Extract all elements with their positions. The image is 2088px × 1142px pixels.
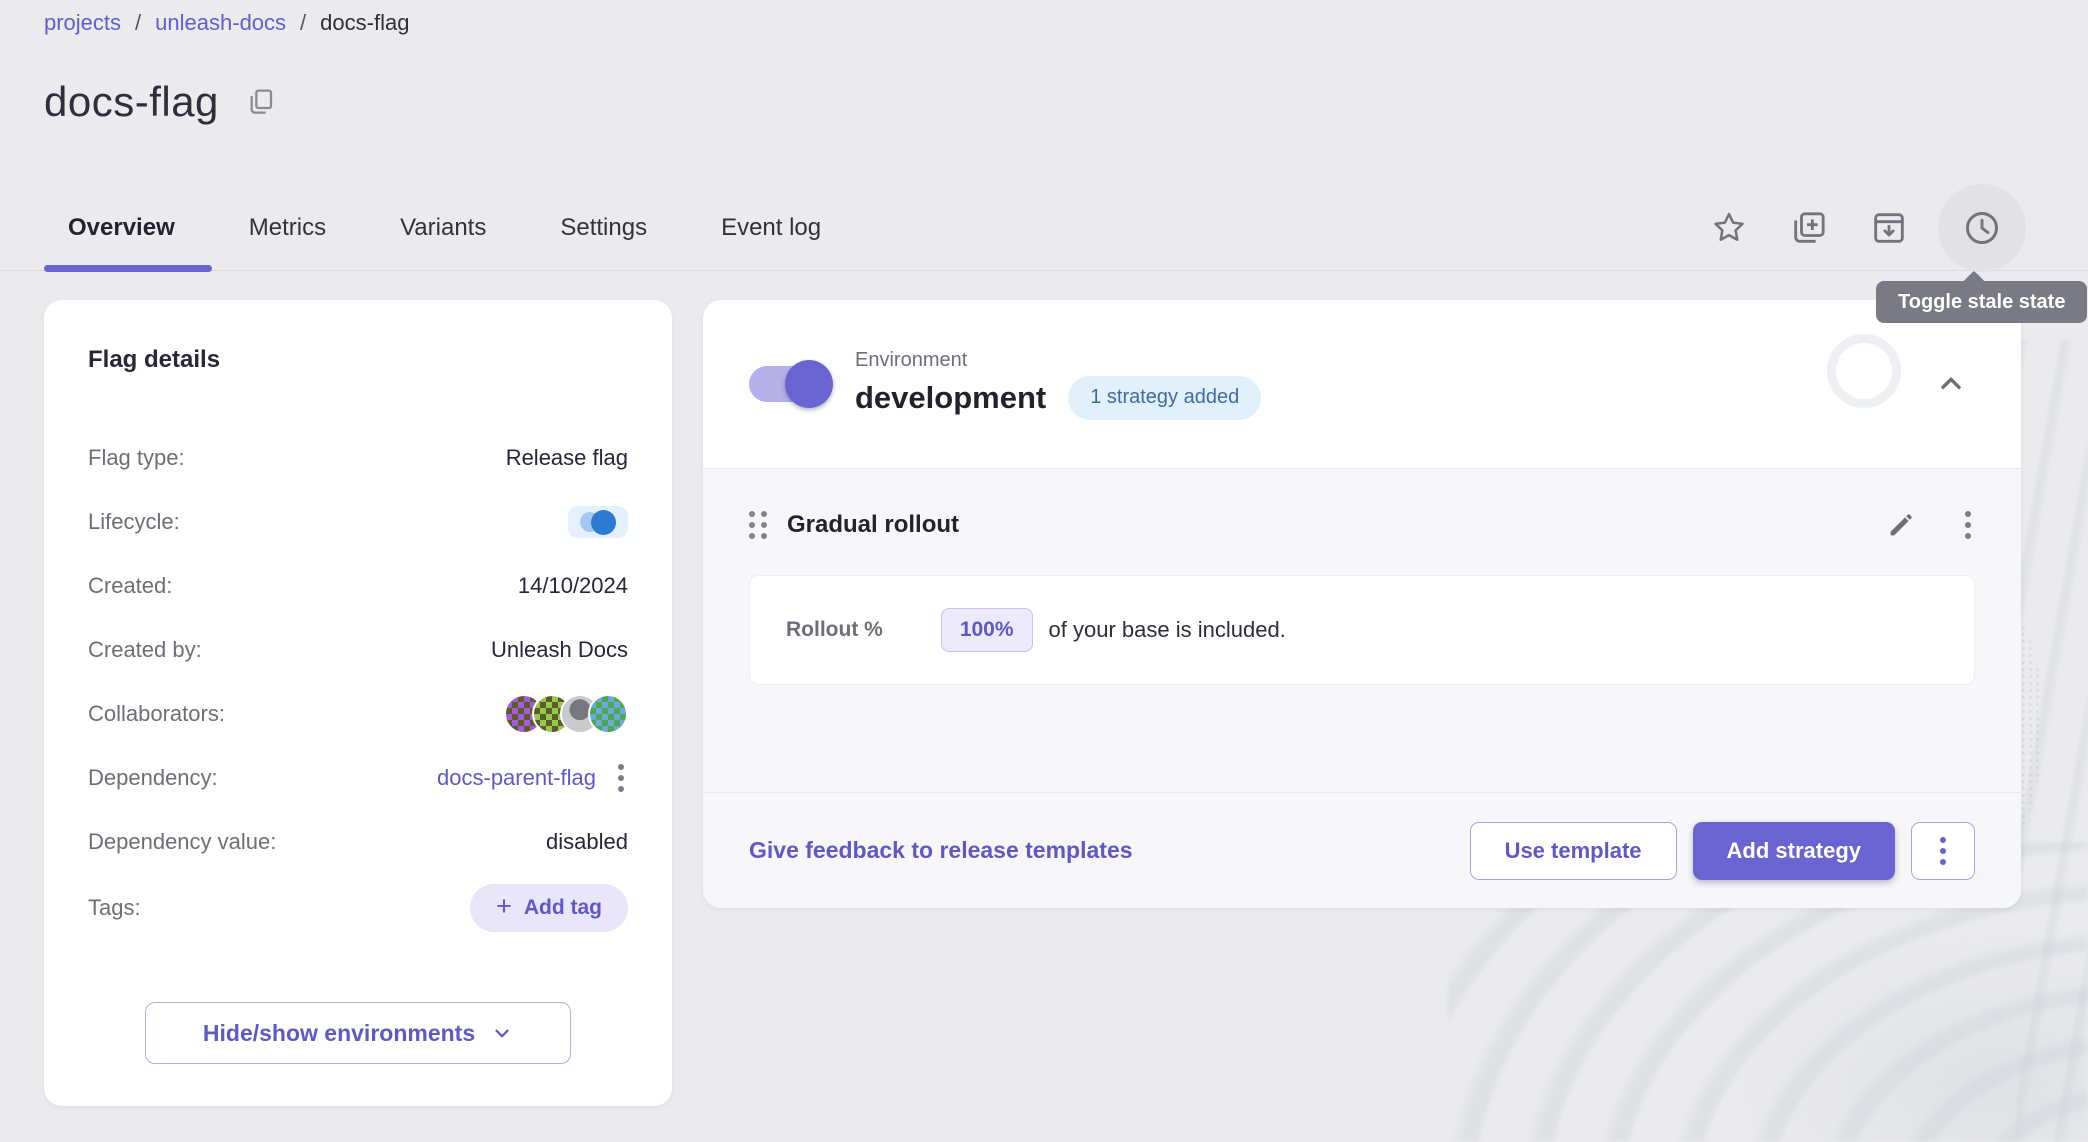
add-tag-label: Add tag	[524, 896, 602, 920]
breadcrumb: projects / unleash-docs / docs-flag	[44, 10, 409, 36]
clock-icon	[1961, 207, 2003, 249]
flag-details-list: Flag type: Release flag Lifecycle: Creat…	[88, 426, 628, 942]
release-templates-feedback-link[interactable]: Give feedback to release templates	[749, 837, 1133, 864]
tabs-divider	[0, 270, 2088, 271]
flag-actions-toolbar	[1698, 186, 2026, 270]
environment-titles: Environment development 1 strategy added	[855, 349, 1261, 420]
pencil-icon	[1885, 509, 1917, 541]
strategy-title: Gradual rollout	[787, 511, 959, 539]
dependency-menu-button[interactable]	[614, 760, 628, 796]
flag-type-row: Flag type: Release flag	[88, 426, 628, 490]
created-row: Created: 14/10/2024	[88, 554, 628, 618]
collaborator-avatars	[504, 694, 628, 734]
dependency-value-row: Dependency value: disabled	[88, 810, 628, 874]
created-by-row: Created by: Unleash Docs	[88, 618, 628, 682]
copy-add-icon	[1789, 208, 1829, 248]
environment-card-development: Environment development 1 strategy added	[703, 300, 2021, 908]
hide-show-environments-label: Hide/show environments	[203, 1020, 475, 1047]
rollout-summary-card: Rollout % 100% of your base is included.	[749, 575, 1975, 685]
tooltip-toggle-stale-state: Toggle stale state	[1876, 281, 2087, 323]
environment-toggle[interactable]	[749, 366, 829, 402]
breadcrumb-link-projects[interactable]: projects	[44, 10, 121, 36]
add-strategy-button[interactable]: Add strategy	[1693, 822, 1895, 880]
flag-details-card: Flag details Flag type: Release flag Lif…	[44, 300, 672, 1106]
flag-type-label: Flag type:	[88, 445, 185, 471]
environment-label: Environment	[855, 349, 1261, 372]
breadcrumb-separator: /	[300, 10, 306, 36]
tags-label: Tags:	[88, 895, 141, 921]
dependency-link[interactable]: docs-parent-flag	[437, 765, 596, 791]
created-value: 14/10/2024	[518, 573, 628, 599]
strategy-count-badge: 1 strategy added	[1068, 376, 1261, 420]
tab-overview[interactable]: Overview	[44, 186, 212, 270]
collapse-environment-button[interactable]	[1921, 354, 1981, 414]
toggle-knob	[785, 360, 833, 408]
tab-event-log[interactable]: Event log	[684, 186, 858, 270]
dependency-value: disabled	[546, 829, 628, 855]
environment-header: Environment development 1 strategy added	[703, 300, 2021, 468]
copy-flag-button[interactable]	[1778, 197, 1840, 259]
flag-type-value: Release flag	[506, 445, 628, 471]
breadcrumb-current: docs-flag	[320, 10, 409, 36]
tab-variants[interactable]: Variants	[363, 186, 523, 270]
toggle-stale-button[interactable]	[1938, 184, 2026, 272]
copy-icon	[245, 86, 277, 118]
environment-name: development	[855, 380, 1046, 416]
page-title: docs-flag	[44, 78, 219, 126]
chevron-down-icon	[491, 1022, 513, 1044]
rollout-description: of your base is included.	[1049, 617, 1286, 643]
tooltip-text: Toggle stale state	[1898, 291, 2065, 314]
favorite-button[interactable]	[1698, 197, 1760, 259]
drag-handle-icon[interactable]	[749, 511, 767, 539]
strategy-header: Gradual rollout	[749, 493, 1975, 557]
lifecycle-row: Lifecycle:	[88, 490, 628, 554]
chevron-up-icon	[1935, 368, 1967, 400]
created-label: Created:	[88, 573, 172, 599]
breadcrumb-link-unleash-docs[interactable]: unleash-docs	[155, 10, 286, 36]
use-template-button[interactable]: Use template	[1470, 822, 1677, 880]
lifecycle-label: Lifecycle:	[88, 509, 180, 535]
archive-icon	[1869, 208, 1909, 248]
dependency-row: Dependency: docs-parent-flag	[88, 746, 628, 810]
dependency-label: Dependency:	[88, 765, 218, 791]
copy-flag-name-button[interactable]	[245, 86, 277, 118]
title-row: docs-flag	[44, 78, 277, 126]
rollout-percentage-chip: 100%	[941, 608, 1033, 652]
collaborator-avatar[interactable]	[588, 694, 628, 734]
health-ring	[1827, 334, 1901, 408]
hide-show-environments-button[interactable]: Hide/show environments	[145, 1002, 571, 1064]
add-tag-button[interactable]: + Add tag	[470, 884, 628, 932]
star-icon	[1710, 209, 1748, 247]
dependency-value-label: Dependency value:	[88, 829, 276, 855]
lifecycle-stage-icon	[591, 510, 616, 535]
created-by-value: Unleash Docs	[491, 637, 628, 663]
tags-row: Tags: + Add tag	[88, 874, 628, 942]
lifecycle-stage-badge[interactable]	[568, 506, 628, 538]
tab-metrics[interactable]: Metrics	[212, 186, 363, 270]
environment-footer: Give feedback to release templates Use t…	[703, 792, 2021, 908]
plus-icon: +	[496, 893, 512, 920]
tab-settings[interactable]: Settings	[523, 186, 684, 270]
collaborators-label: Collaborators:	[88, 701, 225, 727]
flag-overview-page: projects / unleash-docs / docs-flag docs…	[0, 0, 2088, 1142]
created-by-label: Created by:	[88, 637, 202, 663]
tab-bar: Overview Metrics Variants Settings Event…	[44, 186, 858, 270]
edit-strategy-button[interactable]	[1885, 509, 1917, 541]
more-strategy-options-button[interactable]	[1911, 822, 1975, 880]
archive-button[interactable]	[1858, 197, 1920, 259]
kebab-menu-icon	[1936, 833, 1950, 869]
rollout-label: Rollout %	[786, 618, 883, 642]
flag-details-heading: Flag details	[88, 346, 628, 374]
strategy-menu-button[interactable]	[1961, 507, 1975, 543]
collaborators-row: Collaborators:	[88, 682, 628, 746]
environment-body: Gradual rollout	[703, 468, 2021, 908]
breadcrumb-separator: /	[135, 10, 141, 36]
strategy-list: Gradual rollout	[703, 469, 2021, 792]
